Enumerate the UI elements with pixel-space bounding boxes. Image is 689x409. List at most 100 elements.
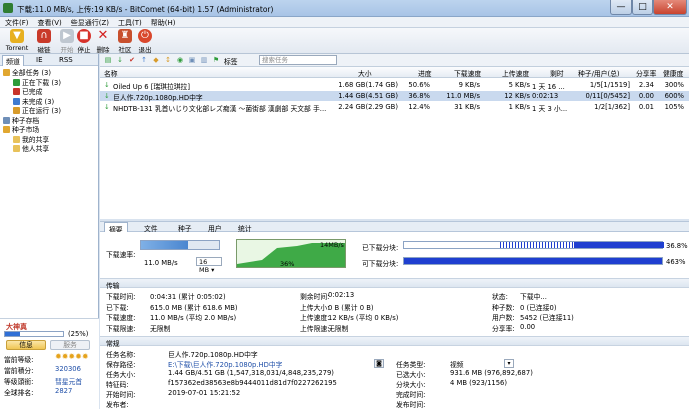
service-button[interactable]: 服务 bbox=[50, 340, 90, 350]
task-row[interactable]: ↓ Oiled Up 6 [瑞琪拉琪拉] 1.68 GB(1.74 GB) 50… bbox=[100, 80, 689, 91]
available-blocks-label: 可下载分块: bbox=[362, 260, 399, 268]
col-down-speed[interactable]: 下载速度 bbox=[454, 68, 481, 78]
task-name: NHDTB-131 乳首いじり文化部レズ痴漢 ～菌街部 漢劇部 天文部 手... bbox=[113, 105, 327, 113]
task-time-left: 1 天 16 ... bbox=[532, 83, 565, 91]
task-name: 巨人作.720p.1080p.HD中字 bbox=[113, 94, 203, 102]
filter-all-icon[interactable]: ▤ bbox=[104, 56, 112, 64]
task-row[interactable]: ↓ NHDTB-131 乳首いじり文化部レズ痴漢 ～菌街部 漢劇部 天文部 手.… bbox=[100, 102, 689, 113]
magnet-icon: ∩ bbox=[37, 29, 51, 43]
maximize-button[interactable]: □ bbox=[632, 0, 653, 15]
downloaded-blocks-bar bbox=[403, 241, 664, 249]
stop-icon: ■ bbox=[77, 29, 91, 43]
task-time-left: 1 天 3 小... bbox=[532, 105, 568, 113]
sidebar-item-all-tasks[interactable]: 全部任务 (3) bbox=[0, 67, 98, 77]
sidebar-item-my-shares[interactable]: 我的共享 bbox=[0, 134, 98, 144]
detail-panel: 下载速率: 11.0 MB/s 16 MB ▾ 14MB/s 36% 已下载分块… bbox=[100, 232, 689, 409]
info-button[interactable]: 信息 bbox=[6, 340, 46, 350]
task-down-speed: 9 KB/s bbox=[458, 81, 480, 89]
task-progress: 36.8% bbox=[408, 92, 430, 100]
score-value: 320306 bbox=[55, 365, 81, 373]
user-panel: 大神真 (25%) 信息 服务 當前等级: ✹✹✹✹✹ 當前積分: 320306… bbox=[0, 318, 99, 409]
tab-rss[interactable]: RSS bbox=[56, 55, 76, 66]
sidebar-item-others-shares[interactable]: 他人共享 bbox=[0, 143, 98, 153]
transfer-label: 用户数: bbox=[492, 314, 515, 322]
col-size[interactable]: 大小 bbox=[358, 68, 372, 78]
score-label: 當前積分: bbox=[4, 367, 34, 375]
filter-seed-icon[interactable]: ◆ bbox=[152, 56, 160, 64]
filter-check-icon[interactable]: ✔ bbox=[128, 56, 136, 64]
menu-tools[interactable]: 工具(T) bbox=[113, 17, 146, 28]
download-arrow-icon bbox=[13, 78, 20, 86]
general-label: 发布时间: bbox=[396, 401, 426, 409]
task-health: 105% bbox=[664, 103, 684, 111]
speed-limit-select[interactable]: 16 MB ▾ bbox=[196, 257, 222, 274]
task-ratio: 2.34 bbox=[638, 81, 654, 89]
filter-upload-icon[interactable]: ↑ bbox=[140, 56, 148, 64]
task-name: Oiled Up 6 [瑞琪拉琪拉] bbox=[113, 83, 191, 91]
transfer-value: 0 (已连接0) bbox=[520, 303, 557, 312]
transfer-label: 上传限速: bbox=[300, 324, 330, 333]
torrent-button[interactable]: ▼ Torrent bbox=[3, 29, 31, 52]
col-peers[interactable]: 种子/用户(总) bbox=[578, 68, 620, 78]
sidebar-item-incomplete[interactable]: 未完成 (3) bbox=[0, 96, 98, 106]
task-up-speed: 12 KB/s bbox=[504, 92, 530, 100]
col-ratio[interactable]: 分享率 bbox=[636, 68, 656, 78]
level-progress-fill bbox=[5, 332, 20, 336]
filter-list-icon[interactable]: ▥ bbox=[200, 56, 208, 64]
tab-stats[interactable]: 统计 bbox=[234, 222, 256, 233]
task-ratio: 0.01 bbox=[638, 103, 654, 111]
col-progress[interactable]: 进度 bbox=[418, 68, 432, 78]
transfer-label: 已下载: bbox=[106, 303, 129, 312]
menu-file[interactable]: 文件(F) bbox=[0, 17, 33, 28]
camera-icon[interactable]: ◙ bbox=[374, 359, 384, 368]
sidebar-item-downloading[interactable]: 正在下载 (3) bbox=[0, 77, 98, 87]
delete-button[interactable]: ✕ 删除 bbox=[91, 29, 115, 55]
minimize-button[interactable]: — bbox=[610, 0, 632, 15]
transfer-value: 下载中... bbox=[520, 293, 547, 301]
task-row[interactable]: ↓ 巨人作.720p.1080p.HD中字 1.44 GB(4.51 GB) 3… bbox=[100, 91, 689, 102]
task-type-dropdown[interactable]: ▾ bbox=[504, 359, 514, 368]
sidebar-item-torrent-market[interactable]: 种子市场 bbox=[0, 124, 98, 134]
col-name[interactable]: 名称 bbox=[104, 68, 118, 78]
general-label: 分块大小: bbox=[396, 381, 426, 389]
task-status-icon: ↓ bbox=[104, 92, 110, 100]
menu-view[interactable]: 查看(V) bbox=[33, 17, 66, 28]
col-health[interactable]: 健康度 bbox=[663, 68, 683, 78]
close-button[interactable]: ✕ bbox=[653, 0, 687, 15]
general-value: 1.44 GB/4.51 GB (1,547,318,031/4,848,235… bbox=[168, 369, 334, 377]
task-progress: 50.6% bbox=[408, 81, 430, 89]
col-time-left[interactable]: 剩时 bbox=[550, 68, 564, 78]
filter-run-icon[interactable]: ◉ bbox=[176, 56, 184, 64]
tag-label[interactable]: 标签 bbox=[224, 56, 238, 66]
search-input[interactable]: 搜索任务 bbox=[259, 55, 337, 65]
col-up-speed[interactable]: 上传速度 bbox=[502, 68, 529, 78]
menu-help[interactable]: 帮助(H) bbox=[146, 17, 180, 28]
sidebar-item-running[interactable]: 正在运行 (3) bbox=[0, 105, 98, 115]
tab-files[interactable]: 文件 bbox=[140, 222, 162, 233]
magnet-button[interactable]: ∩ 磁链 bbox=[32, 29, 56, 54]
tab-summary[interactable]: 摘要 bbox=[104, 222, 128, 234]
speed-slider[interactable] bbox=[140, 240, 220, 250]
tab-torrent[interactable]: 种子 bbox=[174, 222, 196, 233]
task-peers: 1/5[1/1519] bbox=[589, 81, 630, 89]
filter-download-icon[interactable]: ↓ bbox=[116, 56, 124, 64]
exit-button[interactable]: ⏻ 退出 bbox=[133, 29, 157, 54]
market-icon bbox=[3, 126, 10, 133]
filter-share-icon[interactable]: ↕ bbox=[164, 56, 172, 64]
general-value: 视频 bbox=[450, 361, 464, 369]
grade-value: 彗星元首 bbox=[55, 378, 83, 386]
tab-peers[interactable]: 用户 bbox=[204, 222, 226, 233]
transfer-label: 下载速度: bbox=[106, 314, 136, 322]
tab-ie[interactable]: IE bbox=[33, 55, 46, 66]
available-blocks-bar bbox=[403, 257, 663, 265]
share-folder-icon bbox=[13, 135, 20, 143]
sidebar-item-completed[interactable]: 已完成 bbox=[0, 86, 98, 96]
transfer-value: 0:04:31 (累计 0:05:02) bbox=[150, 293, 226, 301]
task-up-speed: 1 KB/s bbox=[508, 103, 530, 111]
tab-channel[interactable]: 频道 bbox=[2, 55, 24, 66]
menu-share[interactable]: 些显通行(Z) bbox=[66, 17, 113, 28]
task-down-speed: 11.0 MB/s bbox=[446, 92, 480, 100]
filter-group-icon[interactable]: ▣ bbox=[188, 56, 196, 64]
transfer-value: 5452 (已连接11) bbox=[520, 314, 574, 322]
sidebar-item-torrent-archive[interactable]: 种子存档 bbox=[0, 115, 98, 125]
